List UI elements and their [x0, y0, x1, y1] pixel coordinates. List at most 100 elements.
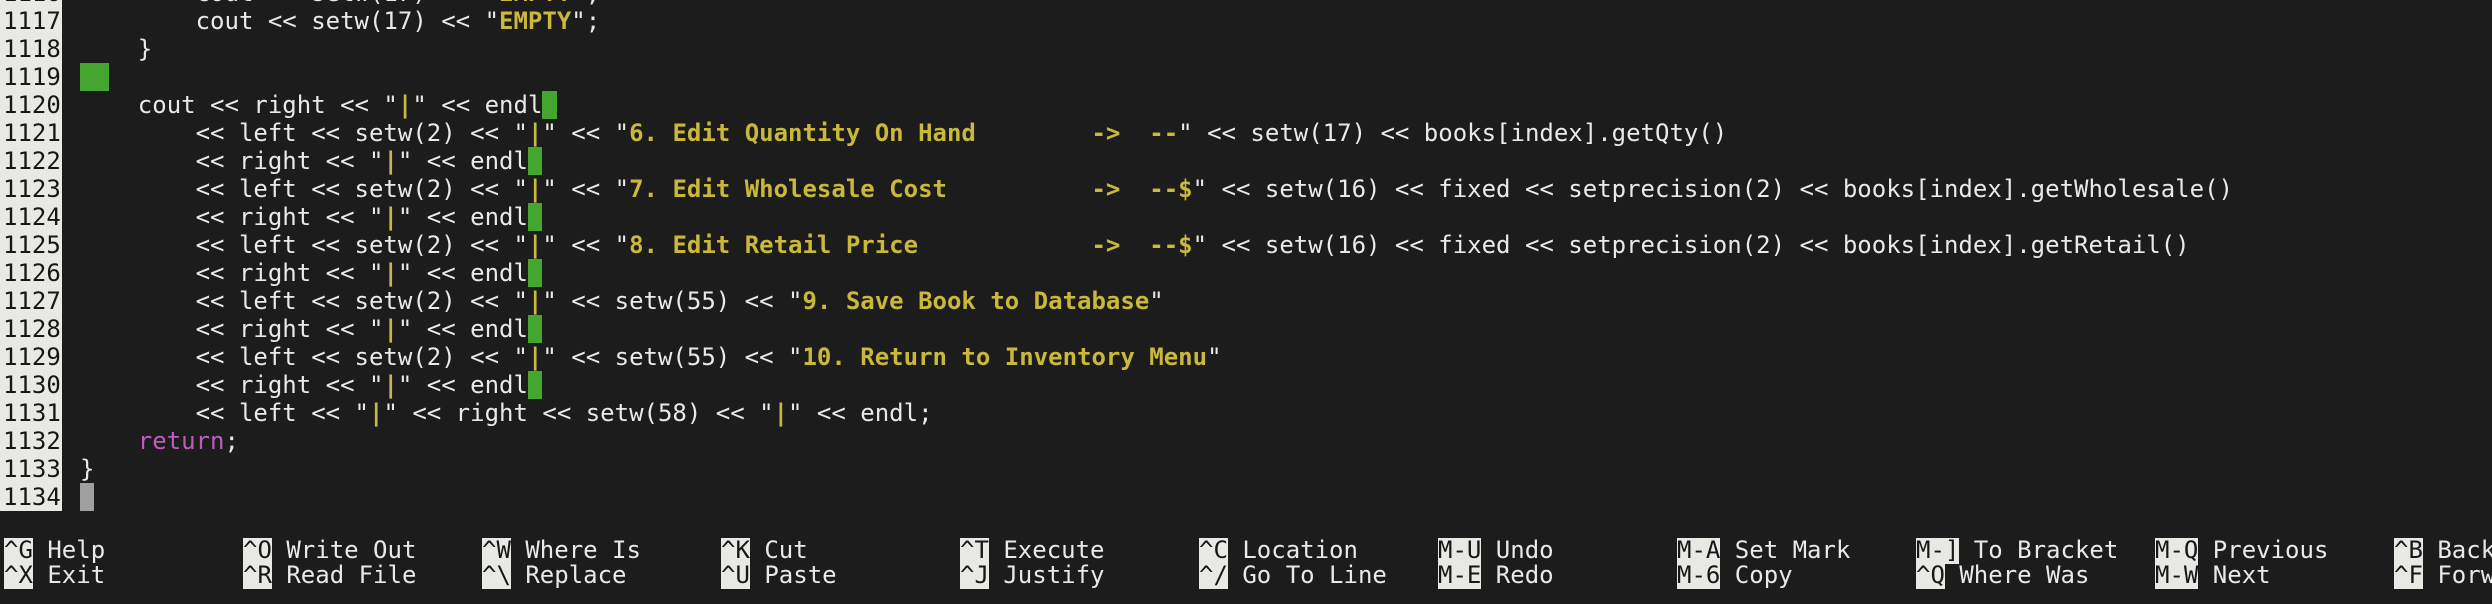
code-line[interactable]: 1127 << left << setw(2) << "|" << setw(5…: [0, 287, 2492, 315]
shortcut-label: Justify: [988, 561, 1105, 589]
line-number: 1118: [0, 35, 62, 63]
shortcut-column: M-] To Bracket ^Q Where Was: [1916, 538, 2155, 589]
code-line[interactable]: 1128 << right << "|" << endl: [0, 315, 2492, 343]
shortcut-item: M-] To Bracket: [1916, 538, 2155, 564]
line-content: << right << "|" << endl: [62, 315, 543, 343]
code-line[interactable]: 1122 << right << "|" << endl: [0, 147, 2492, 175]
shortcut-item: ^R Read File: [243, 561, 482, 589]
trailing-whitespace-highlight: [527, 259, 543, 287]
shortcut-item: ^/ Go To Line: [1199, 561, 1438, 589]
code-line-partial[interactable]: 1116 cout << setw(17) << "EMPTY";: [0, 0, 2492, 7]
line-number: 1120: [0, 91, 62, 119]
code-segment: |: [383, 259, 398, 287]
shortcut-label: Paste: [749, 561, 837, 589]
code-line[interactable]: 1132 return;: [0, 427, 2492, 455]
shortcut-column: ^O Write Out ^R Read File: [243, 538, 482, 589]
code-segment: EMPTY: [499, 0, 571, 7]
shortcut-label: Next: [2198, 561, 2271, 589]
shortcut-column: ^G Help ^X Exit: [4, 538, 243, 589]
code-segment: " << endl: [412, 91, 543, 119]
editor[interactable]: 1116 cout << setw(17) << "EMPTY";1117 co…: [0, 0, 2492, 511]
line-content: << left << setw(2) << "|" << "6. Edit Qu…: [62, 119, 1728, 147]
shortcut-key-badge: M-6: [1677, 561, 1721, 589]
code-segment: ;: [224, 427, 239, 455]
text-cursor: [80, 483, 95, 511]
shortcut-key-badge: ^R: [243, 561, 272, 589]
shortcut-item: ^C Location: [1199, 538, 1438, 564]
code-segment: " << setw(17) << books[index].getQty(): [1178, 119, 1728, 147]
line-content: << right << "|" << endl: [62, 203, 543, 231]
trailing-whitespace-highlight: [527, 147, 543, 175]
shortcut-label: Where Was: [1944, 561, 2090, 589]
code-line[interactable]: 1120 cout << right << "|" << endl: [0, 91, 2492, 119]
code-line[interactable]: 1126 << right << "|" << endl: [0, 259, 2492, 287]
code-segment: " << endl: [397, 259, 528, 287]
shortcut-key-badge: ^\: [482, 561, 511, 589]
line-number: 1133: [0, 455, 62, 483]
code-segment: |: [383, 147, 398, 175]
trailing-whitespace-highlight: [542, 91, 557, 119]
code-segment: }: [80, 455, 95, 483]
code-segment: " << setw(16) << fixed << setprecision(2…: [1192, 231, 2190, 259]
code-segment: << left << setw(2) << ": [80, 343, 528, 371]
shortcut-item: ^X Exit: [4, 561, 243, 589]
line-content: << left << setw(2) << "|" << setw(55) <<…: [62, 287, 1164, 315]
shortcut-item: ^\ Replace: [482, 561, 721, 589]
shortcut-item: M-6 Copy: [1677, 561, 1916, 589]
shortcut-item: ^J Justify: [960, 561, 1199, 589]
line-number: 1134: [0, 483, 62, 511]
code-segment: << left << setw(2) << ": [80, 175, 528, 203]
code-segment: |: [527, 343, 543, 371]
code-line[interactable]: 1121 << left << setw(2) << "|" << "6. Ed…: [0, 119, 2492, 147]
line-content: cout << setw(17) << "EMPTY";: [62, 0, 601, 7]
code-line[interactable]: 1123 << left << setw(2) << "|" << "7. Ed…: [0, 175, 2492, 203]
line-content: << left << setw(2) << "|" << "7. Edit Wh…: [62, 175, 2233, 203]
shortcut-label: Read File: [271, 561, 417, 589]
line-content: cout << right << "|" << endl: [62, 91, 557, 119]
code-segment: 7. Edit Wholesale Cost -> --$: [629, 175, 1193, 203]
shortcut-item: M-W Next: [2155, 561, 2394, 589]
code-segment: " << endl;: [788, 399, 933, 427]
shortcut-column: M-U Undo M-E Redo: [1438, 538, 1677, 589]
code-segment: << right << ": [80, 259, 384, 287]
code-line[interactable]: 1124 << right << "|" << endl: [0, 203, 2492, 231]
code-line[interactable]: 1125 << left << setw(2) << "|" << "8. Ed…: [0, 231, 2492, 259]
line-number: 1117: [0, 7, 62, 35]
code-line[interactable]: 1133}: [0, 455, 2492, 483]
line-content: [62, 63, 109, 91]
code-segment: 9. Save Book to Database: [802, 287, 1150, 315]
line-number: 1119: [0, 63, 62, 91]
shortcut-item: ^U Paste: [721, 561, 960, 589]
shortcut-item: ^O Write Out: [243, 538, 482, 564]
line-number: 1116: [0, 0, 62, 7]
shortcut-key-badge: ^/: [1199, 561, 1228, 589]
shortcut-column: ^W Where Is ^\ Replace: [482, 538, 721, 589]
code-line[interactable]: 1117 cout << setw(17) << "EMPTY";: [0, 7, 2492, 35]
nano-terminal[interactable]: { "colors": { "background": "#1c1c1c", "…: [0, 0, 2492, 604]
code-line[interactable]: 1118 }: [0, 35, 2492, 63]
line-number: 1123: [0, 175, 62, 203]
shortcut-item: M-Q Previous: [2155, 538, 2394, 564]
code-line[interactable]: 1129 << left << setw(2) << "|" << setw(5…: [0, 343, 2492, 371]
code-line[interactable]: 1134: [0, 483, 2492, 511]
code-segment: " << setw(55) << ": [542, 287, 803, 315]
shortcut-item: ^Q Where Was: [1916, 561, 2155, 589]
code-segment: " << right << setw(58) << ": [383, 399, 774, 427]
code-segment: << right << ": [80, 315, 384, 343]
code-segment: cout << setw(17) << ": [80, 7, 500, 35]
code-line[interactable]: 1130 << right << "|" << endl: [0, 371, 2492, 399]
shortcut-item: M-U Undo: [1438, 538, 1677, 564]
shortcut-column: ^K Cut ^U Paste: [721, 538, 960, 589]
code-segment: |: [527, 231, 543, 259]
code-segment: cout << setw(17) << ": [80, 0, 499, 7]
line-content: << left << setw(2) << "|" << setw(55) <<…: [62, 343, 1222, 371]
shortcut-column: ^B Back^F Forward: [2394, 538, 2492, 589]
code-segment: << left << setw(2) << ": [80, 231, 528, 259]
shortcut-label: Replace: [510, 561, 627, 589]
code-line[interactable]: 1119: [0, 63, 2492, 91]
line-content: }: [62, 455, 94, 483]
code-segment: " << endl: [397, 371, 528, 399]
code-line[interactable]: 1131 << left << "|" << right << setw(58)…: [0, 399, 2492, 427]
shortcut-label: Copy: [1720, 561, 1793, 589]
shortcut-key-badge: ^F: [2394, 561, 2423, 589]
